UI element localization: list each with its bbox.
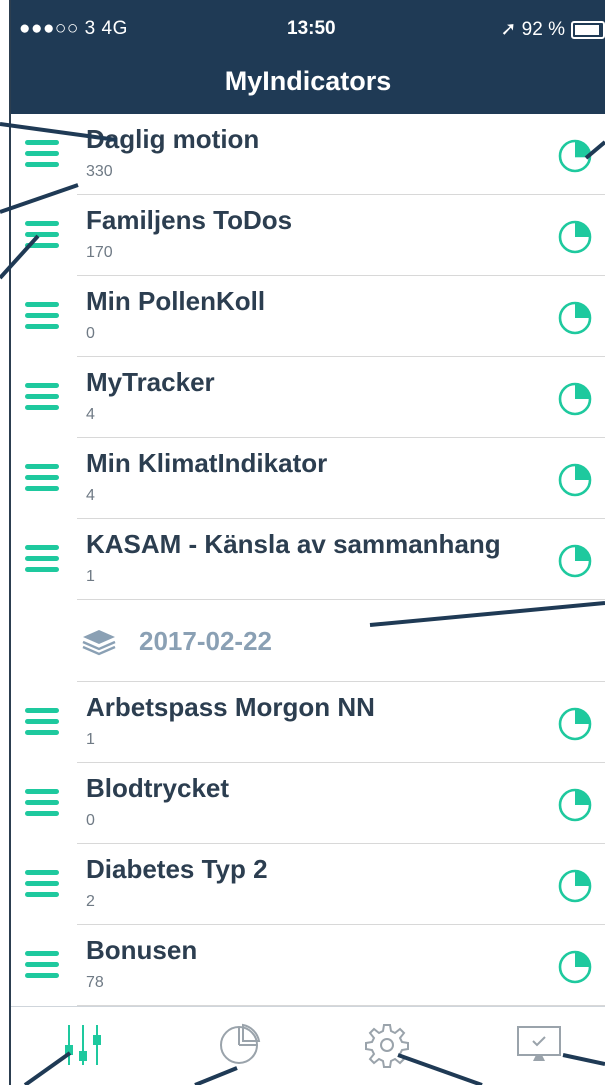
tab-settings[interactable]	[363, 1021, 411, 1069]
indicator-title: Diabetes Typ 2	[86, 854, 268, 884]
indicator-value: 4	[86, 487, 95, 504]
drag-handle-icon[interactable]	[25, 708, 59, 736]
battery-status: ➚ 92 %	[500, 18, 605, 41]
pie-chart-icon[interactable]	[557, 381, 593, 417]
list-item[interactable]: Min KlimatIndikator 4	[11, 438, 605, 519]
sliders-icon	[65, 1025, 101, 1065]
layers-icon	[82, 630, 116, 656]
pie-chart-icon[interactable]	[557, 138, 593, 174]
list-item[interactable]: Arbetspass Morgon NN 1	[11, 682, 605, 763]
list-item[interactable]: Daglig motion 330	[11, 114, 605, 195]
pie-chart-icon[interactable]	[557, 787, 593, 823]
status-time: 13:50	[287, 18, 336, 39]
tab-dashboard[interactable]	[515, 1021, 563, 1069]
indicator-title: Daglig motion	[86, 124, 260, 154]
indicator-value: 1	[86, 731, 95, 748]
drag-handle-icon[interactable]	[25, 383, 59, 411]
drag-handle-icon[interactable]	[25, 789, 59, 817]
list-item[interactable]: Diabetes Typ 2 2	[11, 844, 605, 925]
drag-handle-icon[interactable]	[25, 221, 59, 249]
list-item[interactable]: KASAM - Känsla av sammanhang 1	[11, 519, 605, 600]
drag-handle-icon[interactable]	[25, 870, 59, 898]
pie-chart-icon[interactable]	[557, 868, 593, 904]
drag-handle-icon[interactable]	[25, 140, 59, 168]
drag-handle-icon[interactable]	[25, 464, 59, 492]
list-item[interactable]: Min PollenKoll 0	[11, 276, 605, 357]
drag-handle-icon[interactable]	[25, 545, 59, 573]
indicator-title: Min PollenKoll	[86, 286, 266, 316]
indicator-value: 0	[86, 325, 95, 342]
list-item[interactable]: MyTracker 4	[11, 357, 605, 438]
indicator-list: Daglig motion 330 Familjens ToDos 170 Mi…	[11, 114, 605, 1006]
drag-handle-icon[interactable]	[25, 951, 59, 979]
group-header[interactable]: 2017-02-22	[11, 600, 605, 682]
tab-statistics[interactable]	[215, 1021, 263, 1069]
pie-chart-icon[interactable]	[557, 949, 593, 985]
indicator-value: 2	[86, 893, 95, 910]
indicator-title: Blodtrycket	[86, 773, 230, 803]
drag-handle-icon[interactable]	[25, 302, 59, 330]
indicator-value: 330	[86, 163, 113, 180]
indicator-value: 0	[86, 812, 95, 829]
battery-icon	[571, 20, 605, 39]
indicator-value: 78	[86, 974, 104, 991]
indicator-title: MyTracker	[86, 367, 215, 397]
indicator-value: 4	[86, 406, 95, 423]
indicator-title: Arbetspass Morgon NN	[86, 692, 375, 722]
pie-chart-icon	[220, 1023, 261, 1064]
indicator-title: Bonusen	[86, 935, 198, 965]
indicator-value: 170	[86, 244, 113, 261]
navigation-bar: MyIndicators	[11, 58, 605, 114]
pie-chart-icon[interactable]	[557, 462, 593, 498]
indicator-value: 1	[86, 568, 95, 585]
status-bar: ●●●○○ 3 4G 13:50 ➚ 92 %	[11, 0, 605, 58]
pie-chart-icon[interactable]	[557, 543, 593, 579]
carrier-signal: ●●●○○ 3 4G	[19, 18, 128, 39]
tab-bar	[11, 1006, 605, 1085]
battery-percent: ➚ 92 %	[500, 19, 565, 40]
page-title: MyIndicators	[224, 66, 392, 96]
pie-chart-icon[interactable]	[557, 300, 593, 336]
pie-chart-icon[interactable]	[557, 219, 593, 255]
indicator-title: KASAM - Känsla av sammanhang	[86, 529, 501, 559]
indicator-title: Min KlimatIndikator	[86, 448, 328, 478]
pie-chart-icon[interactable]	[557, 706, 593, 742]
list-item[interactable]: Blodtrycket 0	[11, 763, 605, 844]
group-date: 2017-02-22	[139, 626, 272, 656]
indicator-title: Familjens ToDos	[86, 205, 293, 235]
gear-icon	[365, 1024, 409, 1068]
list-item[interactable]: Bonusen 78	[11, 925, 605, 1006]
list-item[interactable]: Familjens ToDos 170	[11, 195, 605, 276]
monitor-check-icon	[517, 1026, 561, 1061]
tab-indicators[interactable]	[59, 1021, 107, 1069]
